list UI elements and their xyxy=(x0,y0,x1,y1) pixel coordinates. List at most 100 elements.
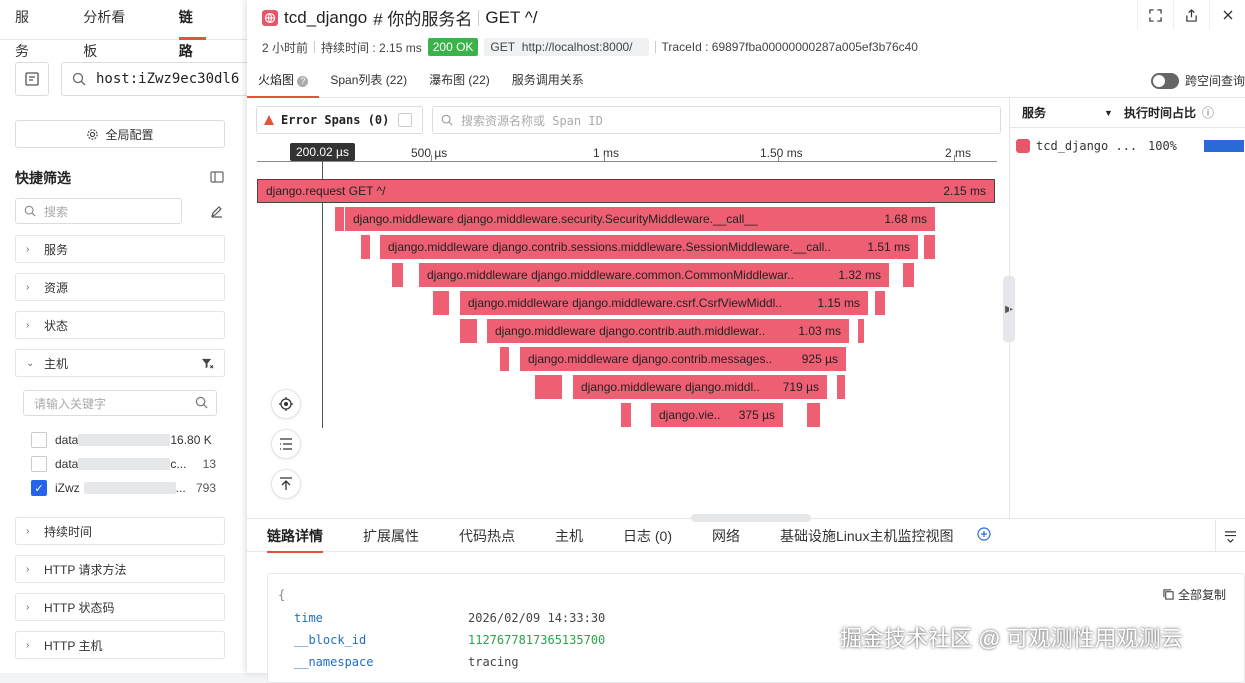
facet-http-host[interactable]: › HTTP 主机 xyxy=(15,631,225,659)
tab-code-hotspot[interactable]: 代码热点 xyxy=(439,520,535,552)
host-option[interactable]: data 16.80 K xyxy=(31,431,216,449)
tab-service-map[interactable]: 服务调用关系 xyxy=(501,63,595,97)
back-to-top-icon[interactable] xyxy=(271,469,301,499)
facet-resource[interactable]: › 资源 xyxy=(15,273,225,301)
trace-id[interactable]: TraceId : 69897fba00000000287a005ef3b76c… xyxy=(662,40,918,54)
flame-span-sliver[interactable] xyxy=(500,347,509,371)
flame-span-sliver[interactable] xyxy=(807,403,820,427)
flame-span[interactable]: django.middleware django.contrib.message… xyxy=(520,347,846,371)
edit-icon[interactable] xyxy=(210,204,224,221)
tab-span-list[interactable]: Span列表 (22) xyxy=(319,63,418,97)
json-brace: { xyxy=(278,588,286,602)
query-input[interactable]: host:iZwz9ec30dl6 xyxy=(61,62,261,96)
flame-span[interactable]: django.middleware django.middleware.csrf… xyxy=(460,291,868,315)
tab-trace-detail[interactable]: 链路详情 xyxy=(247,520,343,553)
host-checkbox[interactable] xyxy=(31,456,47,472)
host-checkbox-checked[interactable]: ✓ xyxy=(31,480,47,496)
add-tab-icon[interactable] xyxy=(977,527,992,544)
span-duration: 1.15 ms xyxy=(817,296,860,310)
host-checkbox[interactable] xyxy=(31,432,47,448)
facet-duration[interactable]: › 持续时间 xyxy=(15,517,225,545)
error-spans-label: Error Spans (0) xyxy=(281,113,390,127)
service-ratio: 100% xyxy=(1148,139,1177,153)
json-value: 1127677817365135700 xyxy=(468,633,606,647)
copy-all-button[interactable]: 全部复制 xyxy=(1163,586,1226,603)
chevron-right-icon: › xyxy=(26,563,30,575)
flame-span-sliver[interactable] xyxy=(621,403,631,427)
tab-flame-graph[interactable]: 火焰图 ? xyxy=(247,63,320,98)
masked-text xyxy=(78,434,171,446)
tab-host[interactable]: 主机 xyxy=(535,520,603,552)
host-name: data xyxy=(55,457,79,471)
flame-span[interactable]: django.middleware django.middleware.secu… xyxy=(345,207,935,231)
tab-attributes[interactable]: 扩展属性 xyxy=(343,520,439,552)
host-keyword-input[interactable]: 请输入关键字 xyxy=(23,390,217,416)
facet-http-method[interactable]: › HTTP 请求方法 xyxy=(15,555,225,583)
flame-span-sliver[interactable] xyxy=(392,263,403,287)
facet-status[interactable]: › 状态 xyxy=(15,311,225,339)
flame-span-sliver[interactable] xyxy=(837,375,845,399)
flame-span[interactable]: django.middleware django.middleware.comm… xyxy=(419,263,889,287)
tab-waterfall[interactable]: 瀑布图 (22) xyxy=(418,63,501,97)
nav-dashboard[interactable]: 分析看板 xyxy=(83,0,138,59)
share-icon[interactable] xyxy=(1173,0,1209,30)
flame-span-sliver[interactable] xyxy=(335,207,344,231)
flame-span[interactable]: django.request GET ^/ 2.15 ms xyxy=(257,179,995,203)
flame-span[interactable]: django.middleware django.contrib.session… xyxy=(380,235,918,259)
trace-meta: 2 小时前 持续时间 : 2.15 ms 200 OK GET http://l… xyxy=(262,38,918,56)
flame-span-sliver[interactable] xyxy=(875,291,885,315)
span-search-input[interactable]: 搜索资源名称或 Span ID xyxy=(432,106,1001,134)
flame-span[interactable]: django.middleware django.contrib.auth.mi… xyxy=(487,319,849,343)
close-icon[interactable] xyxy=(1209,0,1245,30)
flame-span[interactable]: django.vie.. 375 µs xyxy=(651,403,783,427)
http-method: GET xyxy=(490,40,516,54)
flame-span-sliver[interactable] xyxy=(460,319,477,343)
nav-traces[interactable]: 链路 xyxy=(178,0,207,59)
info-icon[interactable]: ⓘ xyxy=(1202,104,1214,121)
cross-space-toggle[interactable]: 跨空间查询 xyxy=(1150,72,1245,89)
facet-http-status[interactable]: › HTTP 状态码 xyxy=(15,593,225,621)
facet-host[interactable]: ⌄ 主机 xyxy=(15,349,225,377)
gear-icon xyxy=(87,128,99,140)
chevron-down-icon: ⌄ xyxy=(26,357,35,369)
tab-logs[interactable]: 日志 (0) xyxy=(603,520,692,552)
span-duration: 1.03 ms xyxy=(798,324,841,338)
flame-span[interactable]: django.middleware django.middl.. 719 µs xyxy=(573,375,827,399)
facet-service[interactable]: › 服务 xyxy=(15,235,225,263)
span-name: django.middleware django.middleware.secu… xyxy=(353,212,758,226)
divider xyxy=(314,41,316,53)
sort-caret-icon[interactable]: ▼ xyxy=(1104,108,1124,118)
search-icon xyxy=(441,114,453,126)
global-config-button[interactable]: 全局配置 xyxy=(15,120,225,148)
error-spans-filter[interactable]: Error Spans (0) xyxy=(256,106,423,134)
host-option[interactable]: data c... 13 xyxy=(31,455,216,473)
tab-linux-host-view[interactable]: 基础设施Linux主机监控视图 xyxy=(760,520,973,552)
fullscreen-icon[interactable] xyxy=(1137,0,1173,30)
panel-collapse-icon[interactable] xyxy=(210,170,224,187)
flame-span-sliver[interactable] xyxy=(903,263,914,287)
list-icon[interactable] xyxy=(271,429,301,459)
host-option[interactable]: ✓ iZwz ... 793 xyxy=(31,479,216,497)
switch-off[interactable] xyxy=(1150,72,1179,89)
locate-icon[interactable] xyxy=(271,389,301,419)
host-name: data xyxy=(55,433,79,447)
error-spans-checkbox[interactable] xyxy=(398,113,412,127)
flame-span-sliver[interactable] xyxy=(858,319,864,343)
table-row[interactable]: tcd_django ... 100% xyxy=(1010,128,1245,164)
json-value: tracing xyxy=(468,655,519,669)
facet-label: 服务 xyxy=(44,242,69,257)
flame-span-sliver[interactable] xyxy=(924,235,935,259)
request-url: GET http://localhost:8000/ xyxy=(484,38,649,56)
filter-menu-icon[interactable] xyxy=(1215,520,1245,552)
flame-span-sliver[interactable] xyxy=(361,235,370,259)
filter-search-input[interactable]: 搜索 xyxy=(15,198,182,224)
flame-span-sliver[interactable] xyxy=(535,375,562,399)
clear-filter-icon[interactable] xyxy=(201,357,214,373)
query-mode-button[interactable] xyxy=(15,62,49,96)
service-ratio-table: 服务 ▼ 执行时间占比 ⓘ tcd_django ... 100% xyxy=(1009,98,1245,518)
flame-span-sliver[interactable] xyxy=(433,291,449,315)
nav-services[interactable]: 服务 xyxy=(15,0,42,59)
host-count: 13 xyxy=(202,457,216,471)
tab-network[interactable]: 网络 xyxy=(692,520,760,552)
filter-search-placeholder: 搜索 xyxy=(44,204,69,219)
